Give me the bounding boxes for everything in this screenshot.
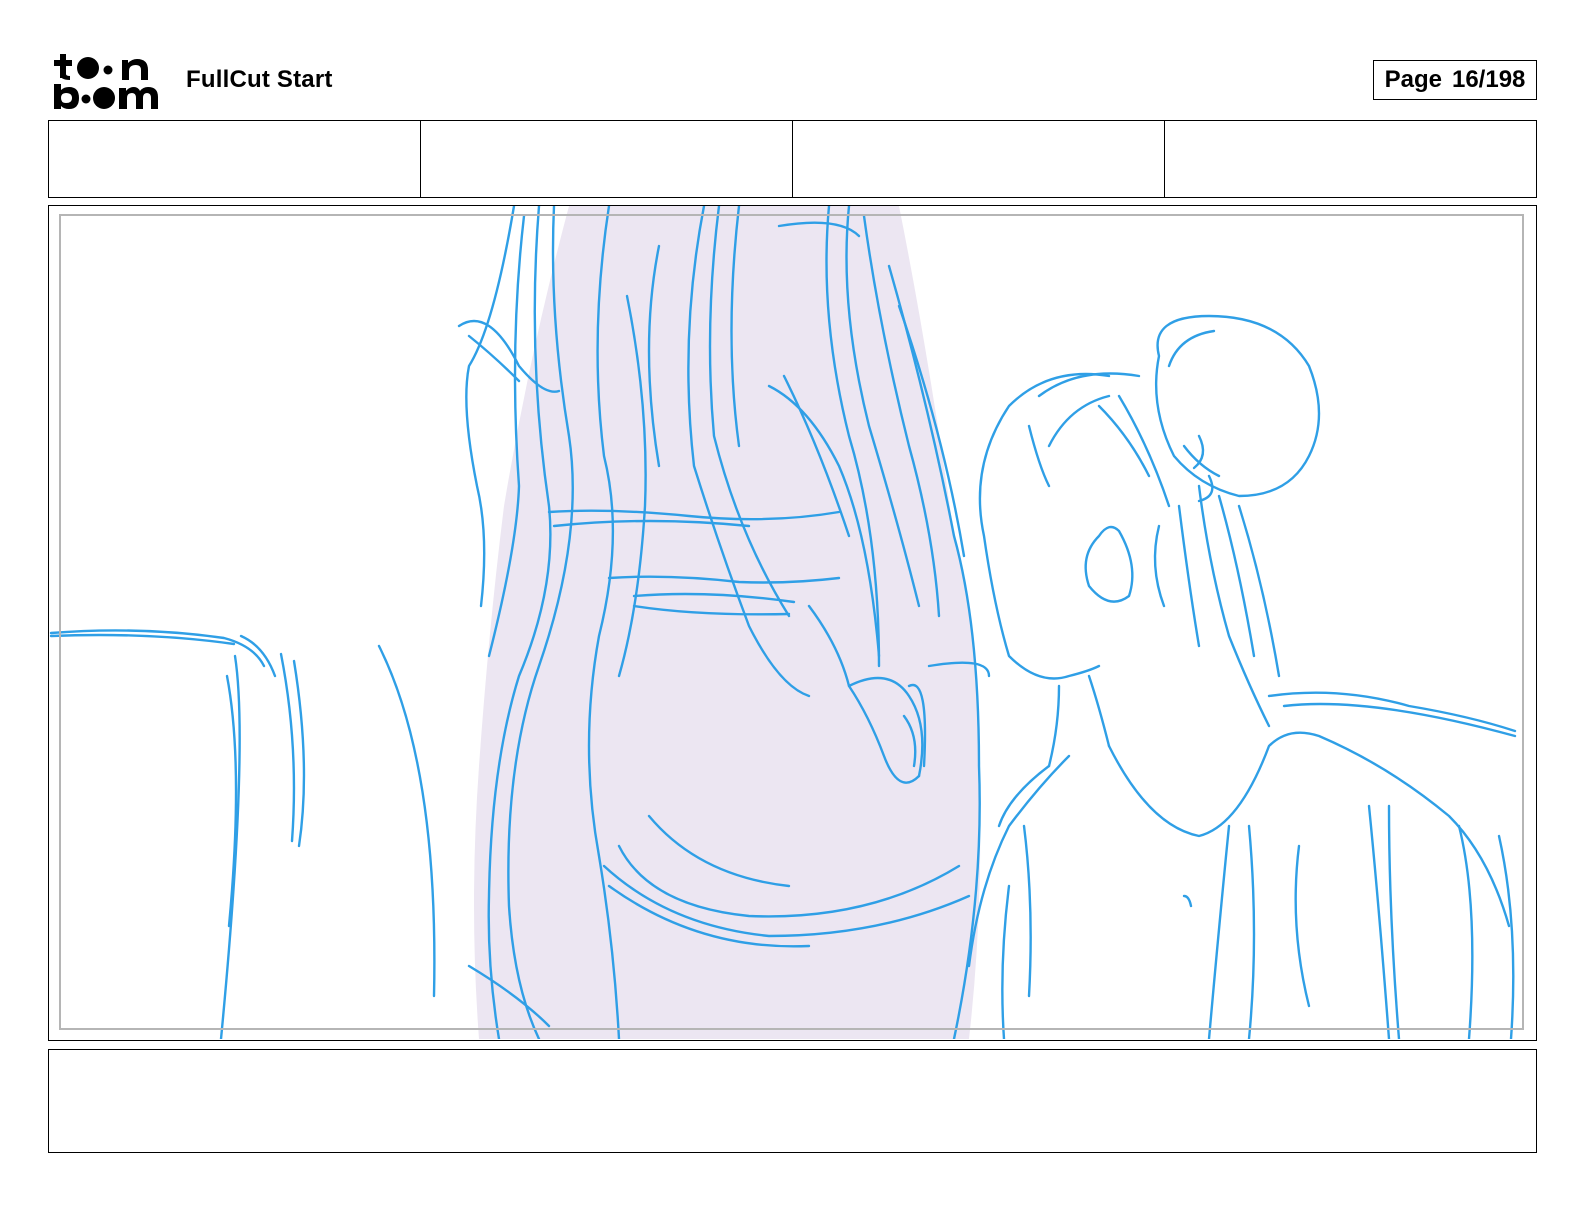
toonboom-logo-mark xyxy=(54,54,158,109)
panel-info-row xyxy=(48,120,1537,198)
storyboard-panel[interactable] xyxy=(48,205,1537,1041)
panel-sketch-image xyxy=(49,206,1517,1039)
page-label: Page xyxy=(1384,66,1442,93)
page-indicator: Page 16/198 xyxy=(1373,60,1537,100)
project-title: FullCut Start xyxy=(186,66,333,93)
info-cell-1[interactable] xyxy=(49,121,421,197)
panel-notes-box[interactable] xyxy=(48,1049,1537,1153)
page-number: 16/198 xyxy=(1451,66,1526,93)
info-cell-4[interactable] xyxy=(1165,121,1536,197)
info-cell-2[interactable] xyxy=(421,121,793,197)
toonboom-logo xyxy=(52,52,164,110)
info-cell-3[interactable] xyxy=(793,121,1165,197)
